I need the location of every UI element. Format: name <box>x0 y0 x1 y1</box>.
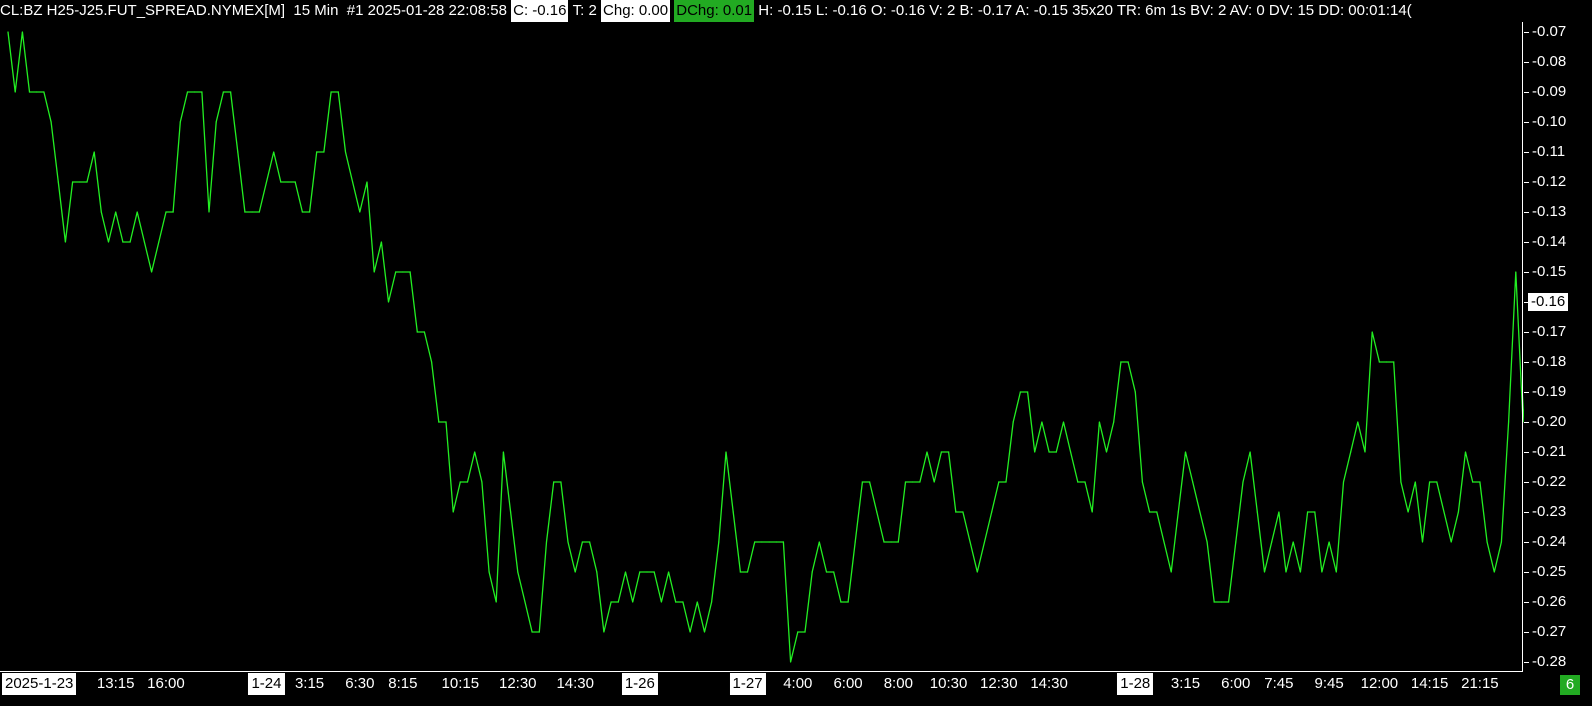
time-tick-label: 10:15 <box>441 675 480 692</box>
time-tick-label: 14:15 <box>1410 675 1449 692</box>
time-tick-label: 9:45 <box>1314 675 1344 692</box>
price-tick-label: -0.15 <box>1524 263 1566 281</box>
price-tick-label: -0.07 <box>1524 23 1566 41</box>
time-tick-label: 6:30 <box>345 675 375 692</box>
time-tick-label: 4:00 <box>783 675 813 692</box>
time-tick-label: 12:30 <box>498 675 537 692</box>
time-tick-label: 8:00 <box>883 675 913 692</box>
price-tick-label: -0.18 <box>1524 353 1566 371</box>
price-tick-label: -0.24 <box>1524 533 1566 551</box>
date-tick-label: 2025-1-23 <box>2 673 77 695</box>
date-tick-label: 1-28 <box>1117 673 1154 695</box>
time-tick-label: 16:00 <box>147 675 185 692</box>
price-tick-label: -0.20 <box>1524 413 1566 431</box>
time-axis[interactable]: 2025-1-23 13:15 16:00 1-24 3:15 6:30 8:15 10:15… <box>0 673 1524 706</box>
plot-frame <box>0 22 1523 672</box>
price-tick-label: -0.10 <box>1524 113 1566 131</box>
price-tick-label: -0.23 <box>1524 503 1566 521</box>
price-tick-label: -0.14 <box>1524 233 1566 251</box>
date-tick-label: 1-27 <box>729 673 766 695</box>
time-tick-label: 6:00 <box>833 675 863 692</box>
price-tick-label: -0.12 <box>1524 173 1566 191</box>
price-tick-label: -0.17 <box>1524 323 1566 341</box>
time-tick-label: 3:15 <box>294 675 325 692</box>
time-tick-label: 21:15 <box>1461 675 1499 692</box>
last-price-marker: -0.16 <box>1528 293 1569 311</box>
price-axis[interactable]: -0.07 -0.08 -0.09 -0.10 -0.11 -0.12 -0.13 -0.14… <box>1524 22 1592 672</box>
time-tick-label: 12:00 <box>1360 675 1399 692</box>
time-tick-label: 12:30 <box>980 675 1018 692</box>
price-tick-label: -0.22 <box>1524 473 1566 491</box>
time-tick-label: 14:30 <box>556 675 594 692</box>
time-tick-label: 13:15 <box>96 675 135 692</box>
time-tick-label: 14:30 <box>1030 675 1068 692</box>
price-tick-label: -0.28 <box>1524 653 1566 671</box>
price-tick-label: -0.21 <box>1524 443 1566 461</box>
price-tick-label: -0.25 <box>1524 563 1566 581</box>
time-tick-label: 6:00 <box>1221 675 1251 692</box>
time-tick-label: 8:15 <box>388 675 418 692</box>
time-tick-label: 10:30 <box>929 675 968 692</box>
price-tick-label: -0.11 <box>1524 143 1565 161</box>
price-tick-label: -0.08 <box>1524 53 1566 71</box>
corner-badge: 6 <box>1560 675 1580 695</box>
price-tick-label: -0.26 <box>1524 593 1566 611</box>
price-tick-label: -0.09 <box>1524 83 1566 101</box>
price-tick-label: -0.27 <box>1524 623 1566 641</box>
time-tick-label: 7:45 <box>1264 675 1294 692</box>
time-tick-label: 3:15 <box>1170 675 1201 692</box>
price-tick-label: -0.19 <box>1524 383 1566 401</box>
date-tick-label: 1-26 <box>621 673 658 695</box>
date-tick-label: 1-24 <box>248 673 285 695</box>
price-tick-label: -0.13 <box>1524 203 1566 221</box>
